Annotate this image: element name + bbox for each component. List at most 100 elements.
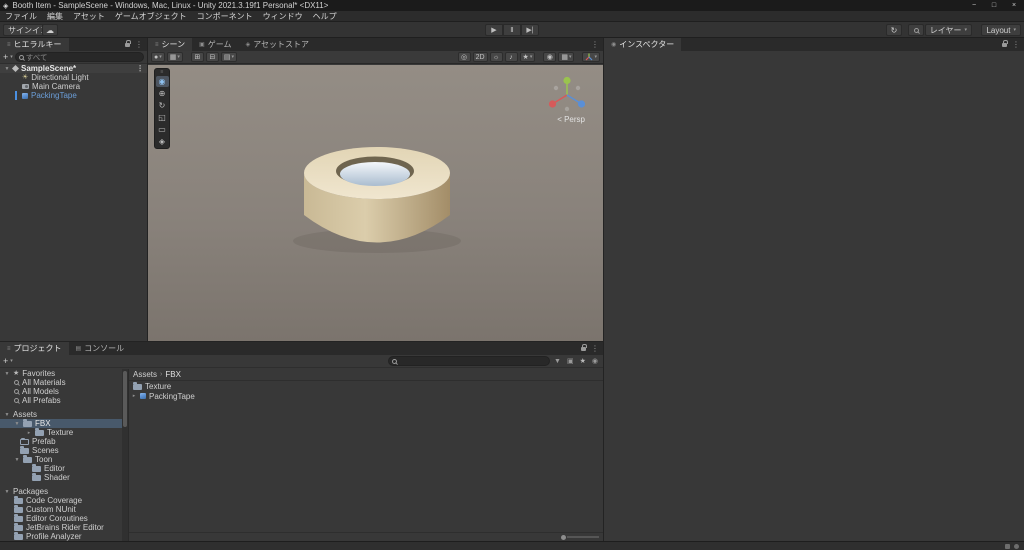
menu-help[interactable]: ヘルプ <box>308 11 342 22</box>
package-row-custom-nunit[interactable]: Custom NUnit <box>0 505 122 514</box>
folder-row-texture[interactable]: ▸ Texture <box>0 428 122 437</box>
shading-mode-dropdown[interactable]: ● ▾ <box>151 52 165 62</box>
folder-row-toon[interactable]: ▼ Toon <box>0 455 122 464</box>
rect-tool-button[interactable]: ▭ <box>156 124 169 135</box>
tab-game[interactable]: ▣ ゲーム <box>192 38 238 51</box>
folder-row-editor[interactable]: Editor <box>0 464 122 473</box>
progress-indicator-icon[interactable] <box>1014 543 1019 549</box>
tool-handle-rotation-button[interactable]: ⊟ <box>205 52 219 62</box>
kebab-menu-icon[interactable]: ⋮ <box>591 344 599 353</box>
content-item-packingtape[interactable]: ▸ PackingTape <box>129 391 603 401</box>
move-tool-button[interactable]: ⊕ <box>156 88 169 99</box>
camera-settings-button[interactable]: ◎ <box>457 52 471 62</box>
folder-row-scenes[interactable]: Scenes <box>0 446 122 455</box>
create-asset-button[interactable]: + <box>3 356 8 366</box>
content-item-texture[interactable]: Texture <box>129 381 603 391</box>
package-row-jetbrains-rider[interactable]: JetBrains Rider Editor <box>0 523 122 532</box>
audio-toggle-button[interactable]: ♪ <box>504 52 518 62</box>
menu-component[interactable]: コンポーネント <box>192 11 258 22</box>
package-row-editor-coroutines[interactable]: Editor Coroutines <box>0 514 122 523</box>
scrollbar-thumb[interactable] <box>123 371 127 427</box>
hierarchy-search-input[interactable] <box>25 52 140 62</box>
project-search-input[interactable] <box>399 356 547 366</box>
tab-project[interactable]: ≡ プロジェクト <box>0 342 69 355</box>
foldout-open-icon[interactable]: ▼ <box>14 457 20 463</box>
maximize-button[interactable]: □ <box>984 0 1004 11</box>
tab-asset-store[interactable]: ◈ アセットストア <box>239 38 316 51</box>
slider-track[interactable] <box>567 536 599 538</box>
menu-edit[interactable]: 編集 <box>42 11 68 22</box>
lock-icon[interactable] <box>581 343 587 351</box>
lighting-toggle-button[interactable]: ☼ <box>489 52 503 62</box>
foldout-open-icon[interactable]: ▼ <box>4 66 10 72</box>
slider-thumb[interactable] <box>561 534 566 540</box>
foldout-open-icon[interactable]: ▼ <box>4 412 10 418</box>
hierarchy-item-directional-light[interactable]: ☀ Directional Light <box>0 73 147 82</box>
tab-hierarchy[interactable]: ≡ ヒエラルキー <box>0 38 69 51</box>
foldout-open-icon[interactable]: ▼ <box>14 421 20 427</box>
tab-scene[interactable]: ≡ シーン <box>148 38 193 51</box>
console-activity-icon[interactable] <box>1005 543 1010 549</box>
layers-dropdown[interactable]: レイヤー ▾ <box>924 24 972 36</box>
package-row-profile-analyzer[interactable]: Profile Analyzer <box>0 532 122 541</box>
pause-button[interactable]: Ⅱ <box>503 24 521 36</box>
assets-root-row[interactable]: ▼ Assets <box>0 410 122 419</box>
chevron-down-icon[interactable]: ▾ <box>10 358 13 364</box>
play-button[interactable]: ▶ <box>485 24 503 36</box>
hidden-packages-icon[interactable]: ◉ <box>590 357 600 365</box>
favorites-filter-icon[interactable]: ★ <box>578 358 588 365</box>
search-by-type-icon[interactable]: ▼ <box>552 358 563 365</box>
packages-root-row[interactable]: ▼ Packages <box>0 487 122 496</box>
menu-assets[interactable]: アセット <box>68 11 110 22</box>
lock-icon[interactable] <box>1002 39 1008 47</box>
folder-row-fbx[interactable]: ▼ FBX <box>0 419 122 428</box>
favorites-all-models-row[interactable]: All Models <box>0 387 122 396</box>
packing-tape-3d-object[interactable] <box>148 65 603 341</box>
breadcrumb-root[interactable]: Assets <box>133 370 157 379</box>
menu-window[interactable]: ウィンドウ <box>258 11 308 22</box>
cloud-services-button[interactable]: ☁ <box>42 24 58 36</box>
scene-viewport[interactable]: ≡ ◉ ⊕ ↻ ◱ ▭ ◈ < Persp <box>148 65 603 341</box>
perspective-mode-label[interactable]: < Persp <box>557 115 585 124</box>
overlay-drag-handle[interactable]: ≡ <box>161 70 164 75</box>
minimize-button[interactable]: − <box>964 0 984 11</box>
scale-tool-button[interactable]: ◱ <box>156 112 169 123</box>
kebab-menu-icon[interactable]: ⋮ <box>135 40 143 49</box>
hierarchy-item-packingtape[interactable]: PackingTape <box>0 91 147 100</box>
menu-file[interactable]: ファイル <box>0 11 42 22</box>
kebab-menu-icon[interactable]: ⋮ <box>136 64 147 73</box>
favorites-root-row[interactable]: ▼ ★ Favorites <box>0 369 122 378</box>
foldout-closed-icon[interactable]: ▸ <box>26 430 32 436</box>
view-options-dropdown[interactable]: ▦ ▾ <box>166 52 183 62</box>
folder-row-prefab[interactable]: Prefab <box>0 437 122 446</box>
grid-visibility-dropdown[interactable]: ▦ ▾ <box>558 52 575 62</box>
global-search-button[interactable] <box>908 24 924 36</box>
package-row-code-coverage[interactable]: Code Coverage <box>0 496 122 505</box>
scene-visibility-button[interactable]: ◉ <box>543 52 557 62</box>
search-by-label-icon[interactable]: ▣ <box>565 357 576 365</box>
add-gameobject-button[interactable]: + <box>3 52 8 62</box>
effects-dropdown[interactable]: ★ ▾ <box>519 52 536 62</box>
kebab-menu-icon[interactable]: ⋮ <box>1012 40 1020 49</box>
breadcrumb-current[interactable]: FBX <box>165 370 181 379</box>
step-button[interactable]: ▶| <box>521 24 539 36</box>
undo-history-button[interactable]: ↻ <box>886 24 902 36</box>
folder-row-shader[interactable]: Shader <box>0 473 122 482</box>
foldout-closed-icon[interactable]: ▸ <box>131 393 137 399</box>
hierarchy-scene-row[interactable]: ▼ SampleScene* ⋮ <box>0 64 147 73</box>
favorites-all-prefabs-row[interactable]: All Prefabs <box>0 396 122 405</box>
lock-icon[interactable] <box>125 39 131 47</box>
tab-inspector[interactable]: ◉ インスペクター <box>604 38 682 51</box>
foldout-open-icon[interactable]: ▼ <box>4 371 10 377</box>
foldout-open-icon[interactable]: ▼ <box>4 489 10 495</box>
grid-snapping-dropdown[interactable]: ▤ ▾ <box>220 52 238 62</box>
gizmos-dropdown[interactable]: ▾ <box>582 52 600 62</box>
scene-orientation-gizmo[interactable] <box>545 73 589 117</box>
chevron-down-icon[interactable]: ▾ <box>10 54 13 60</box>
hierarchy-item-main-camera[interactable]: Main Camera <box>0 82 147 91</box>
favorites-all-materials-row[interactable]: All Materials <box>0 378 122 387</box>
close-button[interactable]: × <box>1004 0 1024 11</box>
layout-dropdown[interactable]: Layout ▾ <box>981 24 1021 36</box>
2d-toggle-button[interactable]: 2D <box>472 52 488 62</box>
kebab-menu-icon[interactable]: ⋮ <box>591 40 599 49</box>
